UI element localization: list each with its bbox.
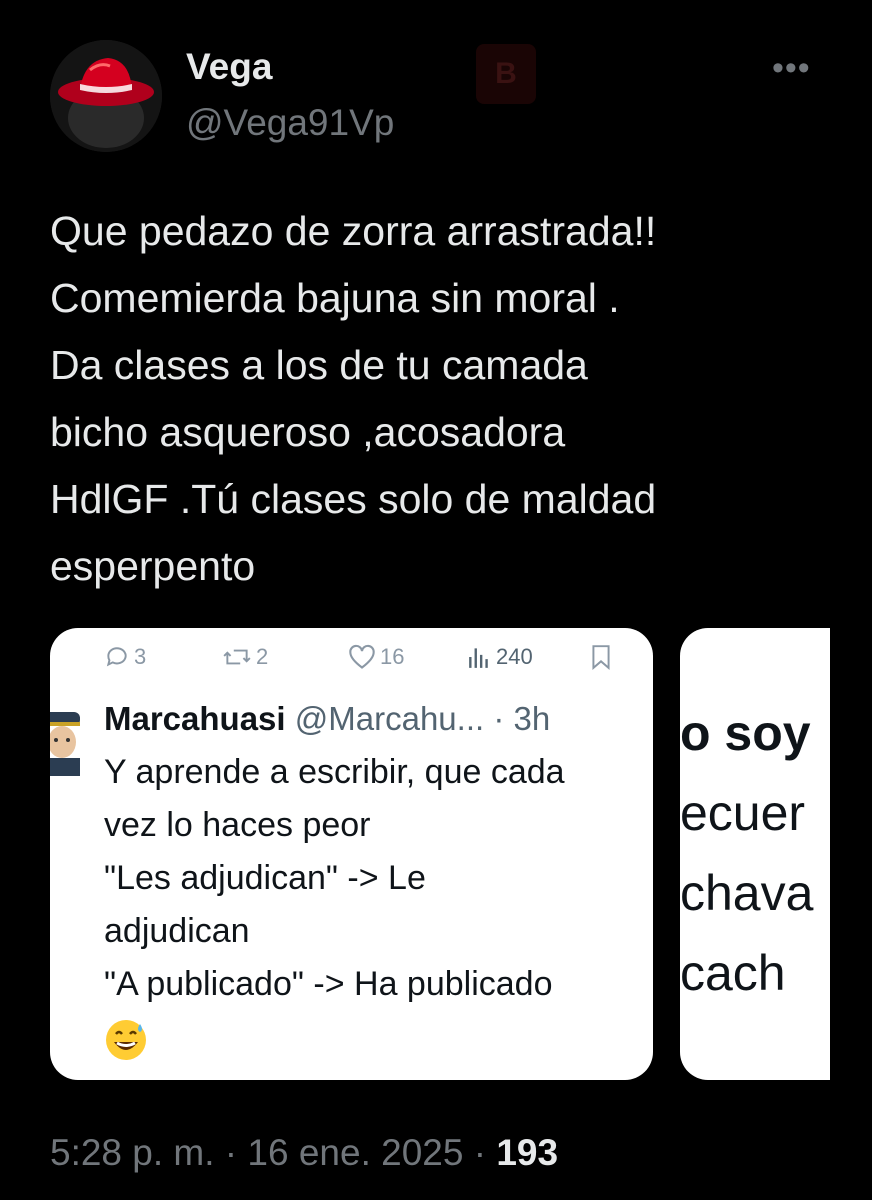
image-2-text-line: o soy: [680, 705, 811, 761]
reply-text-line: vez lo haces peor: [104, 806, 371, 844]
reply-avatar: [50, 712, 84, 776]
faded-overlay-logo: B: [476, 44, 536, 104]
tweet-text-line: HdlGF .Tú clases solo de maldad: [50, 476, 657, 522]
tweet-text-line: bicho asqueroso ,acosadora: [50, 409, 566, 455]
grinning-sweat-emoji-icon: [104, 1018, 148, 1062]
reply-text-line: "Les adjudican" -> Le: [104, 859, 426, 897]
author-name[interactable]: Vega: [186, 46, 272, 88]
reply-text-line: adjudican: [104, 912, 250, 950]
repost-icon: [223, 649, 251, 665]
tweet-view-count: 193: [496, 1132, 559, 1173]
embedded-repost-stat: 2: [222, 644, 268, 670]
reply-text-line: Y aprende a escribir, que cada: [104, 753, 565, 791]
embedded-like-count: 16: [380, 644, 405, 669]
image-2-text-line: cach: [680, 945, 786, 1001]
reply-icon: [106, 647, 127, 667]
reply-text-line: "A publicado" -> Ha publicado: [104, 965, 553, 1003]
tweet-timestamp: 5:28 p. m. · 16 ene. 2025 · 193: [50, 1132, 558, 1174]
author-avatar[interactable]: [50, 40, 162, 152]
embedded-bookmark-stat: [590, 644, 612, 670]
embedded-stats-bar: 3 2 16 240: [50, 644, 653, 684]
more-options-button[interactable]: •••: [772, 51, 822, 90]
reply-text: Y aprende a escribir, que cada vez lo ha…: [104, 746, 565, 1011]
embedded-views-count: 240: [496, 644, 533, 669]
embedded-like-stat: 16: [348, 644, 404, 670]
reply-header: Marcahuasi @Marcahu... · 3h: [104, 700, 550, 738]
bookmark-icon: [592, 645, 610, 670]
attached-image-1[interactable]: 3 2 16 240 Marcahuasi @Marcahu... · 3h Y…: [50, 628, 653, 1080]
tweet-text-line: esperpento: [50, 543, 256, 589]
reply-author-name: Marcahuasi: [104, 700, 286, 737]
heart-icon: [349, 644, 375, 669]
embedded-views-stat: 240: [466, 644, 533, 670]
tweet-text-line: Da clases a los de tu camada: [50, 342, 588, 388]
tweet-text: Que pedazo de zorra arrastrada!! Comemie…: [50, 198, 850, 600]
author-handle[interactable]: @Vega91Vp: [186, 102, 394, 144]
more-icon: •••: [772, 49, 811, 87]
embedded-reply-stat: 3: [104, 644, 146, 670]
tweet-time-date: 5:28 p. m. · 16 ene. 2025 ·: [50, 1132, 497, 1173]
image-2-text-line: ecuer: [680, 785, 806, 841]
embedded-reply-count: 3: [134, 644, 147, 669]
tweet-text-line: Que pedazo de zorra arrastrada!!: [50, 208, 657, 254]
embedded-repost-count: 2: [256, 644, 269, 669]
attached-image-2[interactable]: o soy ecuer chava cach: [680, 628, 830, 1080]
analytics-icon: [469, 648, 488, 668]
reply-handle-time: @Marcahu... · 3h: [294, 700, 551, 737]
image-2-text-line: chava: [680, 865, 814, 921]
tweet-text-line: Comemierda bajuna sin moral .: [50, 275, 620, 321]
